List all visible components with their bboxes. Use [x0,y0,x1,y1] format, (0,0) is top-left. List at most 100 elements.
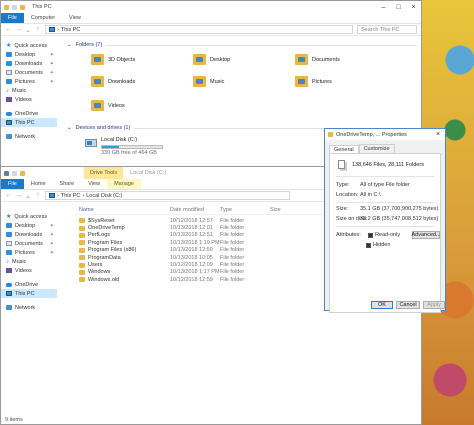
status-bar: 9 items [5,416,23,423]
folder-documents[interactable]: Documents [295,54,340,65]
tab-file[interactable]: File [1,179,24,189]
tab-view[interactable]: View [62,13,88,23]
nav-onedrive[interactable]: OneDrive [1,280,57,289]
new-folder-icon[interactable] [20,4,25,10]
folder-pictures[interactable]: Pictures [295,76,332,87]
up-button[interactable]: ↑ [35,192,41,199]
nav-desktop[interactable]: Desktop ✦ [1,50,57,59]
maximize-button[interactable]: □ [391,1,406,13]
folder-videos[interactable]: Videos [91,100,125,111]
folders-group-header[interactable]: ⌄ Folders (7) [67,42,417,48]
breadcrumb-local-disk[interactable]: Local Disk (C:) [86,193,122,199]
table-row[interactable]: Program Files 10/13/2018 1:19 PM File fold… [75,239,325,246]
nav-downloads[interactable]: Downloads ✦ [1,59,57,68]
nav-videos[interactable]: Videos [1,95,57,104]
close-button[interactable]: × [406,1,421,13]
divider [336,176,434,177]
nav-pictures[interactable]: Pictures ✦ [1,248,57,257]
tab-file[interactable]: File [1,13,24,23]
tab-share[interactable]: Share [53,179,82,189]
nav-pictures[interactable]: Pictures ✦ [1,77,57,86]
nav-this-pc[interactable]: This PC [1,289,57,298]
ok-button[interactable]: OK [371,301,393,309]
column-name[interactable]: Name [75,207,170,213]
table-row[interactable]: Windows 10/13/2018 1:17 PM File folder [75,269,325,276]
pin-icon: ✦ [49,60,54,67]
folder-downloads[interactable]: Downloads [91,76,135,87]
nav-videos[interactable]: Videos [1,266,57,275]
window-title: This PC [32,4,52,10]
nav-music[interactable]: ♪ Music [1,86,57,95]
nav-onedrive[interactable]: OneDrive [1,109,57,118]
date-cell: 10/13/2018 10:05 [170,254,213,261]
nav-quick-access[interactable]: ★ Quick access [1,41,57,50]
readonly-checkbox[interactable]: Read-only [368,232,400,238]
close-button[interactable]: × [431,131,445,138]
breadcrumb-this-pc[interactable]: This PC [61,193,81,199]
nav-documents[interactable]: Documents ✦ [1,239,57,248]
back-button[interactable]: ← [5,192,12,199]
cancel-button[interactable]: Cancel [396,301,420,309]
nav-quick-access[interactable]: ★ Quick access [1,212,57,221]
nav-music[interactable]: ♪ Music [1,257,57,266]
forward-button[interactable]: → [15,26,22,33]
pin-icon: ✦ [49,51,54,58]
folder-desktop[interactable]: Desktop [193,54,230,65]
back-button[interactable]: ← [5,26,12,33]
address-bar[interactable]: › This PC [45,25,353,34]
drive-name: Local Disk (C:) [101,137,138,143]
column-size[interactable]: Size [270,207,310,213]
divider [336,202,434,203]
up-button[interactable]: ↑ [35,26,41,33]
nav-downloads[interactable]: Downloads ✦ [1,230,57,239]
properties-icon[interactable] [12,4,17,10]
apply-button[interactable]: Apply [423,301,445,309]
tab-computer[interactable]: Computer [24,13,62,23]
recent-locations-button[interactable]: ⌄ [25,26,31,34]
nav-desktop[interactable]: Desktop ✦ [1,221,57,230]
tab-home[interactable]: Home [24,179,53,189]
tab-manage[interactable]: Manage [107,179,141,189]
attributes-row: Attributes: Read-only [336,232,401,238]
folder-music[interactable]: Music [193,76,224,87]
tab-customize[interactable]: Customize [358,144,395,153]
recent-locations-button[interactable]: ⌄ [25,192,31,200]
table-row[interactable]: Program Files (x86) 10/13/2018 12:50 File … [75,247,325,254]
table-row[interactable]: OneDriveTemp 10/13/2018 12:01 File folder [75,224,325,231]
file-name-cell: $SysReset [75,218,170,224]
nav-documents[interactable]: Documents ✦ [1,68,57,77]
new-folder-icon[interactable] [20,170,25,176]
forward-button[interactable]: → [15,192,22,199]
nav-network[interactable]: Network [1,132,57,141]
search-input[interactable]: Search This PC [357,25,417,34]
folder-icon [91,76,104,87]
tab-view[interactable]: View [81,179,107,189]
folder-3d-objects[interactable]: 3D Objects [91,54,135,65]
minimize-button[interactable]: – [376,1,391,13]
table-row[interactable]: Windows.old 10/12/2018 12:59 File folder [75,276,325,283]
folder-icon [79,277,85,283]
table-row[interactable]: PerfLogs 10/13/2018 12:51 File folder [75,232,325,239]
type-cell: File folder [220,276,245,283]
properties-icon[interactable] [12,170,17,176]
file-name-cell: OneDriveTemp [75,225,170,231]
table-row[interactable]: $SysReset 10/12/2018 12:57 File folder [75,217,325,224]
nav-network[interactable]: Network [1,303,57,312]
breadcrumb-this-pc[interactable]: This PC [61,27,81,33]
drive-local-disk-c[interactable]: Local Disk (C:) 330 GB free of 464 GB [85,137,163,156]
column-date-modified[interactable]: Date modified [170,207,220,213]
address-bar[interactable]: › This PC › Local Disk (C:) [45,191,290,200]
prop-size: Size: 35.1 GB (37,700,900,275 bytes) [336,206,439,212]
date-cell: 10/12/2018 12:09 [170,262,213,269]
column-type[interactable]: Type [220,207,270,213]
nav-this-pc[interactable]: This PC [1,118,57,127]
hidden-checkbox[interactable]: Hidden [366,242,390,248]
table-row[interactable]: ProgramData 10/13/2018 10:05 File folder [75,254,325,261]
type-cell: File folder [220,239,245,246]
table-row[interactable]: Users 10/12/2018 12:09 File folder [75,261,325,268]
file-name-cell: PerfLogs [75,232,170,238]
advanced-button[interactable]: Advanced... [411,231,441,239]
multiple-files-icon [338,160,345,169]
desktop-icon [6,223,12,228]
prop-location: Location: All in C:\ [336,192,381,198]
